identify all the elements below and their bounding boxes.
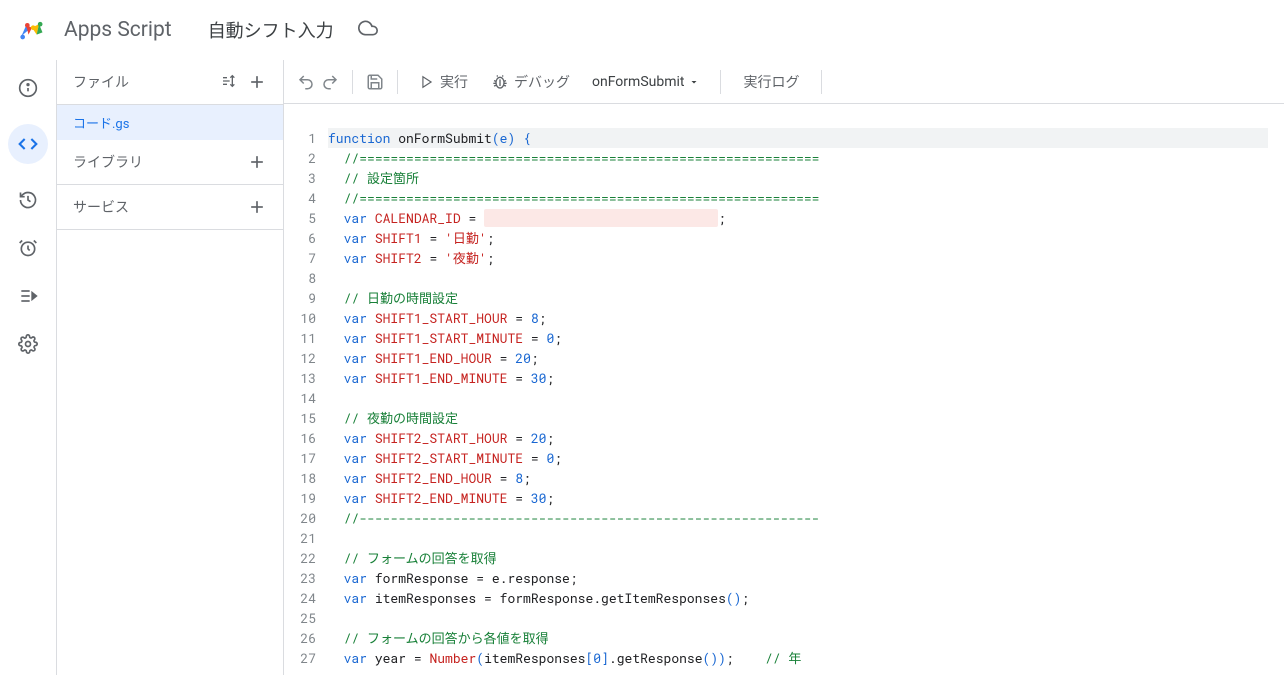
run-button[interactable]: 実行 [410, 66, 478, 98]
services-section-header: サービス [57, 185, 283, 230]
add-file-icon[interactable] [247, 72, 267, 92]
sort-icon[interactable] [221, 73, 239, 91]
history-icon[interactable] [16, 188, 40, 212]
apps-script-logo-icon [16, 14, 48, 46]
add-service-icon[interactable] [247, 197, 267, 217]
cloud-saved-icon [358, 18, 378, 42]
undo-icon[interactable] [296, 72, 316, 92]
triggers-icon[interactable] [16, 236, 40, 260]
chevron-down-icon [688, 76, 700, 88]
log-label: 実行ログ [743, 72, 799, 92]
function-select[interactable]: onFormSubmit [584, 68, 708, 96]
editor-area: 実行 デバッグ onFormSubmit 実行ログ 12345678910111… [284, 60, 1284, 675]
project-name[interactable]: 自動シフト入力 [208, 17, 334, 43]
settings-icon[interactable] [16, 332, 40, 356]
function-name: onFormSubmit [592, 74, 684, 90]
code-content[interactable]: function onFormSubmit(e) { //===========… [328, 128, 1284, 675]
separator [397, 70, 398, 94]
separator [720, 70, 721, 94]
libraries-section-header: ライブラリ [57, 140, 283, 185]
libraries-label: ライブラリ [73, 152, 143, 172]
save-icon[interactable] [365, 72, 385, 92]
execution-log-button[interactable]: 実行ログ [733, 66, 809, 98]
files-label: ファイル [73, 72, 129, 92]
separator [821, 70, 822, 94]
code-editor[interactable]: 1234567891011121314151617181920212223242… [284, 104, 1284, 675]
toolbar: 実行 デバッグ onFormSubmit 実行ログ [284, 60, 1284, 104]
main-layout: ファイル コード.gs ライブラリ サービス 実行 [0, 60, 1284, 675]
services-label: サービス [73, 197, 129, 217]
separator [352, 70, 353, 94]
app-name: Apps Script [64, 18, 172, 42]
debug-label: デバッグ [514, 72, 570, 92]
files-section-header: ファイル [57, 60, 283, 105]
run-label: 実行 [440, 72, 468, 92]
sidebar: ファイル コード.gs ライブラリ サービス [56, 60, 284, 675]
info-icon[interactable] [16, 76, 40, 100]
top-bar: Apps Script 自動シフト入力 [0, 0, 1284, 60]
executions-icon[interactable] [16, 284, 40, 308]
editor-icon[interactable] [8, 124, 48, 164]
file-item[interactable]: コード.gs [57, 105, 283, 140]
redo-icon[interactable] [320, 72, 340, 92]
add-library-icon[interactable] [247, 152, 267, 172]
icon-rail [0, 60, 56, 675]
line-gutter: 1234567891011121314151617181920212223242… [284, 128, 328, 675]
debug-button[interactable]: デバッグ [482, 66, 580, 98]
